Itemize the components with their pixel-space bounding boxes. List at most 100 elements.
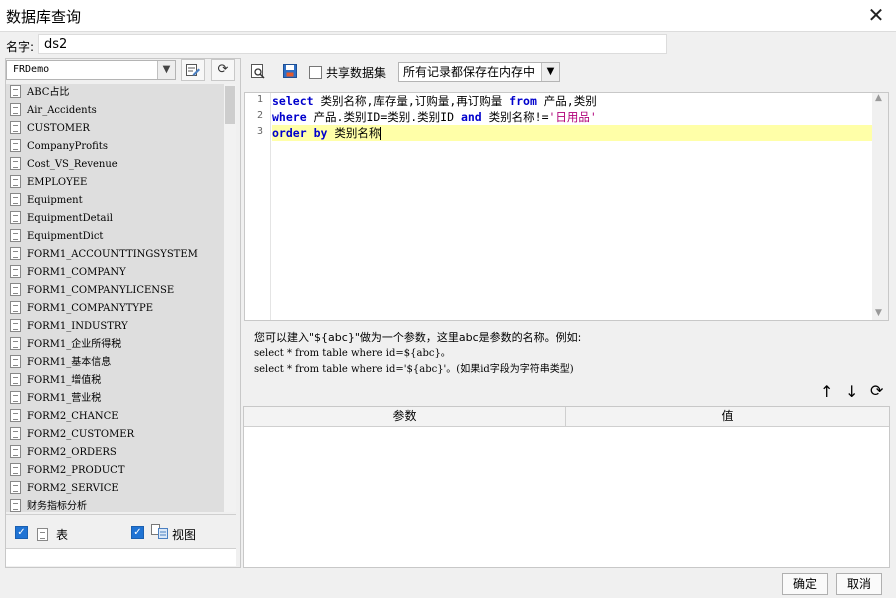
table-list-item[interactable]: Equipment <box>6 192 236 210</box>
arrow-up-icon[interactable]: ↑ <box>820 382 833 401</box>
table-icon <box>10 373 21 386</box>
table-icon <box>10 337 21 350</box>
table-list-item[interactable]: EMPLOYEE <box>6 174 236 192</box>
table-name: CompanyProfits <box>27 141 108 152</box>
table-list-item[interactable]: FORM1_基本信息 <box>6 354 236 372</box>
table-list-item[interactable]: EquipmentDict <box>6 228 236 246</box>
chevron-down-icon[interactable]: ▼ <box>875 308 882 318</box>
table-icon <box>10 355 21 368</box>
table-icon <box>10 499 21 512</box>
datasource-edit-icon <box>186 64 200 76</box>
hint-line-3: select * from table where id='${abc}'。(如… <box>254 364 574 375</box>
code-line-3[interactable]: order by 类别名称 <box>272 125 872 141</box>
table-list-item[interactable]: FORM2_CUSTOMER <box>6 426 236 444</box>
table-icon <box>10 445 21 458</box>
code-line-1[interactable]: select 类别名称,库存量,订购量,再订购量 from 产品,类别 <box>272 93 597 109</box>
table-icon <box>10 265 21 278</box>
view-filter-checkbox[interactable]: ✓ <box>131 526 144 539</box>
table-name: EquipmentDetail <box>27 213 113 224</box>
table-list-item[interactable]: Cost_VS_Revenue <box>6 156 236 174</box>
table-filter-checkbox[interactable]: ✓ <box>15 526 28 539</box>
memory-mode-value: 所有记录都保存在内存中 <box>403 65 536 79</box>
table-list-item[interactable]: FORM1_增值税 <box>6 372 236 390</box>
save-icon <box>283 64 297 78</box>
sql-keyword: by <box>313 126 328 140</box>
table-list-item[interactable]: 财务指标分析 <box>6 498 236 512</box>
code-line-2[interactable]: where 产品.类别ID=类别.类别ID and 类别名称!='日用品' <box>272 109 597 125</box>
parameter-table: 参数 值 <box>243 406 890 568</box>
table-name: FORM1_增值税 <box>27 375 102 386</box>
sql-keyword: select <box>272 94 314 108</box>
column-header-value: 值 <box>721 409 734 423</box>
table-list-item[interactable]: FORM2_SERVICE <box>6 480 236 498</box>
sql-keyword: where <box>272 110 307 124</box>
edit-datasource-button[interactable] <box>181 59 205 81</box>
arrow-down-icon[interactable]: ↓ <box>845 382 858 401</box>
table-name: FORM1_COMPANY <box>27 267 126 278</box>
table-list-item[interactable]: ABC占比 <box>6 84 236 102</box>
table-list-item[interactable]: FORM1_INDUSTRY <box>6 318 236 336</box>
view-icon <box>151 524 168 539</box>
table-list-item[interactable]: FORM1_COMPANYTYPE <box>6 300 236 318</box>
table-list-item[interactable]: Air_Accidents <box>6 102 236 120</box>
table-icon <box>10 139 21 152</box>
sql-text: 产品.类别ID=类别.类别ID <box>306 110 461 124</box>
table-list-item[interactable]: FORM1_COMPANYLICENSE <box>6 282 236 300</box>
table-list-item[interactable]: FORM1_COMPANY <box>6 264 236 282</box>
table-icon <box>10 193 21 206</box>
share-dataset-checkbox[interactable] <box>309 66 322 79</box>
table-type-filters: ✓ 表 ✓ 视图 <box>6 514 236 548</box>
table-list-item[interactable]: EquipmentDetail <box>6 210 236 228</box>
sql-text: 类别名称!= <box>481 110 549 124</box>
editor-scrollbar[interactable]: ▲ ▼ <box>872 93 888 320</box>
table-icon <box>10 391 21 404</box>
table-icon <box>10 211 21 224</box>
table-list-scrollbar[interactable] <box>224 84 236 512</box>
table-icon <box>10 247 21 260</box>
save-query-button[interactable] <box>278 61 302 83</box>
table-name: FORM1_COMPANYTYPE <box>27 303 154 314</box>
table-name: 财务指标分析 <box>27 501 87 512</box>
ok-button[interactable]: 确定 <box>782 573 828 595</box>
memory-mode-select[interactable]: 所有记录都保存在内存中 ▼ <box>398 62 560 82</box>
table-list-item[interactable]: CompanyProfits <box>6 138 236 156</box>
sql-editor[interactable]: 1 2 3 select 类别名称,库存量,订购量,再订购量 from 产品,类… <box>244 92 889 321</box>
table-name: FORM1_营业税 <box>27 393 102 404</box>
table-list-item[interactable]: FORM1_ACCOUNTTINGSYSTEM <box>6 246 236 264</box>
chevron-up-icon[interactable]: ▲ <box>875 93 882 103</box>
table-list-item[interactable]: CUSTOMER <box>6 120 236 138</box>
refresh-datasource-button[interactable]: ⟳ <box>211 59 235 81</box>
table-icon <box>10 319 21 332</box>
cancel-button[interactable]: 取消 <box>836 573 882 595</box>
table-list-item[interactable]: FORM1_营业税 <box>6 390 236 408</box>
preview-button[interactable] <box>246 61 270 83</box>
refresh-icon[interactable]: ⟳ <box>870 381 883 400</box>
table-icon <box>10 85 21 98</box>
table-name: EMPLOYEE <box>27 177 88 188</box>
table-name: Equipment <box>27 195 83 206</box>
datasource-select[interactable]: FRDemo ▼ <box>6 60 176 80</box>
chevron-down-icon[interactable]: ▼ <box>541 63 559 81</box>
name-label: 名字: <box>6 40 35 54</box>
line-number: 1 <box>256 94 263 105</box>
sql-keyword: from <box>509 94 537 108</box>
table-name: Cost_VS_Revenue <box>27 159 118 170</box>
table-list-item[interactable]: FORM2_ORDERS <box>6 444 236 462</box>
close-button[interactable]: ✕ <box>864 4 888 28</box>
table-name: FORM2_PRODUCT <box>27 465 125 476</box>
table-name: ABC占比 <box>27 87 70 98</box>
chevron-down-icon[interactable]: ▼ <box>157 61 175 79</box>
line-number-gutter: 1 2 3 <box>245 93 271 320</box>
name-input[interactable] <box>38 34 667 54</box>
table-name: Air_Accidents <box>27 105 97 116</box>
table-list-item[interactable]: FORM1_企业所得税 <box>6 336 236 354</box>
sql-string: '日用品' <box>548 110 597 124</box>
view-filter-label: 视图 <box>172 528 197 542</box>
table-name: FORM2_ORDERS <box>27 447 117 458</box>
scroll-thumb[interactable] <box>225 86 235 124</box>
table-list-item[interactable]: FORM2_PRODUCT <box>6 462 236 480</box>
table-name: FORM1_企业所得税 <box>27 339 122 350</box>
table-icon <box>10 463 21 476</box>
table-list-item[interactable]: FORM2_CHANCE <box>6 408 236 426</box>
table-icon <box>10 175 21 188</box>
